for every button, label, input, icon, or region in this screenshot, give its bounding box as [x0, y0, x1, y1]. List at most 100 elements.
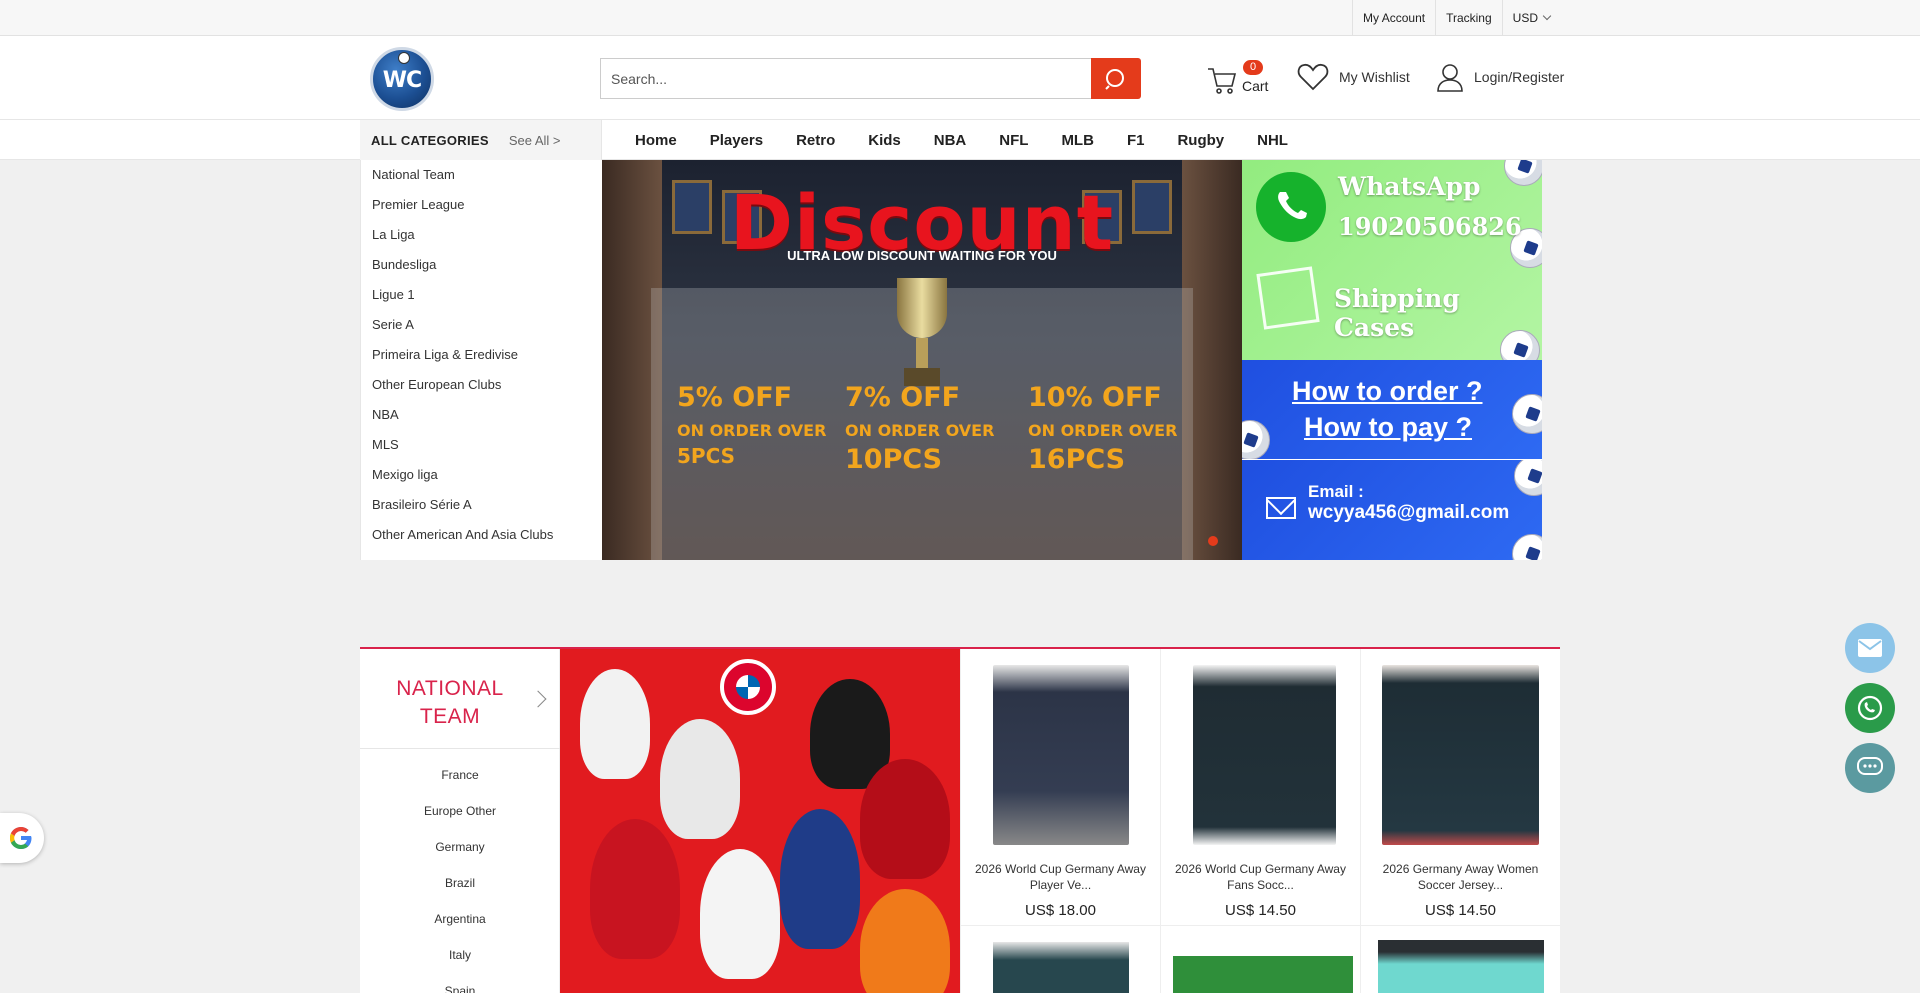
product-card[interactable]: 2026 World Cup Germany Away Player Ve...…: [960, 649, 1160, 926]
product-name: 2026 World Cup Germany Away Fans Socc...: [1175, 862, 1346, 892]
nav-item-mlb[interactable]: MLB: [1061, 132, 1094, 149]
top-utility-bar: My Account Tracking USD: [0, 0, 1920, 36]
category-item[interactable]: Premier League: [361, 190, 602, 220]
nav-item-nba[interactable]: NBA: [934, 132, 967, 149]
section-title: NATIONAL TEAM: [396, 677, 504, 728]
email-address: wcyya456@gmail.com: [1308, 502, 1510, 523]
player-figure: [660, 719, 740, 839]
product-price: US$ 14.50: [1225, 902, 1296, 919]
player-figure: [590, 819, 680, 959]
category-item[interactable]: Ligue 1: [361, 280, 602, 310]
tracking-link[interactable]: Tracking: [1435, 0, 1502, 35]
soccer-ball-icon: [398, 52, 410, 64]
offer-condition: ON ORDER OVER: [677, 421, 827, 440]
google-badge[interactable]: [0, 813, 44, 863]
category-item[interactable]: NBA: [361, 400, 602, 430]
team-link[interactable]: Germany: [360, 829, 560, 865]
nav-item-kids[interactable]: Kids: [868, 132, 901, 149]
product-card[interactable]: [1160, 926, 1360, 993]
category-item[interactable]: Other European Clubs: [361, 370, 602, 400]
category-item[interactable]: Mexigo liga: [361, 460, 602, 490]
chevron-down-icon: [1542, 11, 1552, 20]
team-link[interactable]: Spain: [360, 973, 560, 993]
shipping-cases-link: Shipping Cases: [1334, 284, 1460, 342]
how-to-pay-label: How to pay ?: [1304, 412, 1472, 442]
email-icon: [1858, 639, 1882, 657]
nav-item-rugby[interactable]: Rugby: [1177, 132, 1224, 149]
product-name: 2026 Germany Away Women Soccer Jersey...: [1382, 862, 1539, 892]
chat-icon: [1857, 757, 1883, 775]
team-link[interactable]: France: [360, 757, 560, 793]
offer-pcs: 5PCS: [677, 444, 736, 468]
chat-float-button[interactable]: [1845, 743, 1895, 793]
hero-banner[interactable]: Discount ULTRA LOW DISCOUNT WAITING FOR …: [602, 160, 1242, 560]
product-card[interactable]: [1360, 926, 1560, 993]
see-all-link[interactable]: See All >: [509, 133, 561, 148]
cart-button[interactable]: 0 Cart: [1206, 60, 1286, 100]
nav-item-players[interactable]: Players: [710, 132, 763, 149]
currency-select[interactable]: USD: [1501, 0, 1560, 35]
fc-bayern-logo: [720, 659, 776, 715]
product-image: [1193, 665, 1336, 845]
email-promo[interactable]: Email : wcyya456@gmail.com: [1242, 460, 1542, 560]
category-item[interactable]: Other American And Asia Clubs: [361, 520, 602, 550]
nav-item-retro[interactable]: Retro: [796, 132, 835, 149]
main-nav: Home Players Retro Kids NBA NFL MLB F1 R…: [635, 120, 1321, 160]
nav-item-f1[interactable]: F1: [1127, 132, 1145, 149]
top-links: My Account Tracking USD: [1352, 0, 1560, 35]
product-image: [1378, 940, 1544, 993]
search-button[interactable]: [1091, 58, 1141, 99]
team-list: France Europe Other Germany Brazil Argen…: [360, 757, 560, 993]
email-float-button[interactable]: [1845, 623, 1895, 673]
team-link[interactable]: Argentina: [360, 901, 560, 937]
login-register-link[interactable]: Login/Register: [1436, 60, 1564, 94]
offer-pct: 10% OFF: [1028, 382, 1162, 413]
chevron-right-icon[interactable]: [529, 690, 547, 708]
team-link[interactable]: Europe Other: [360, 793, 560, 829]
user-icon: [1437, 64, 1463, 92]
soccer-ball-icon: [1512, 394, 1542, 434]
nav-item-nhl[interactable]: NHL: [1257, 132, 1288, 149]
search-input[interactable]: [600, 58, 1091, 99]
currency-label: USD: [1512, 10, 1538, 25]
players-banner[interactable]: [560, 649, 960, 993]
category-item[interactable]: MLS: [361, 430, 602, 460]
team-link[interactable]: Brazil: [360, 865, 560, 901]
product-price: US$ 14.50: [1425, 902, 1496, 919]
whatsapp-icon: [1256, 172, 1326, 242]
whatsapp-icon: [1857, 695, 1883, 721]
cart-icon: [1208, 68, 1237, 94]
category-item[interactable]: Primeira Liga & Eredivise: [361, 340, 602, 370]
category-item[interactable]: National Team: [361, 160, 602, 190]
offer-pct: 7% OFF: [845, 382, 961, 413]
search-icon: [1105, 68, 1124, 90]
category-item[interactable]: Bundesliga: [361, 250, 602, 280]
nav-item-nfl[interactable]: NFL: [999, 132, 1028, 149]
site-logo[interactable]: WC: [370, 47, 434, 111]
carousel-dot[interactable]: [1208, 536, 1218, 546]
team-link[interactable]: Italy: [360, 937, 560, 973]
category-item[interactable]: Brasileiro Série A: [361, 490, 602, 520]
how-to-order-promo[interactable]: How to order ? How to pay ?: [1242, 360, 1542, 460]
category-item[interactable]: Serie A: [361, 310, 602, 340]
product-card[interactable]: [960, 926, 1160, 993]
offer-pcs: 16PCS: [1028, 444, 1126, 475]
product-image: [993, 942, 1129, 993]
my-account-link[interactable]: My Account: [1352, 0, 1435, 35]
product-card[interactable]: 2026 World Cup Germany Away Fans Socc...…: [1160, 649, 1360, 926]
category-item[interactable]: La Liga: [361, 220, 602, 250]
cart-label: Cart: [1242, 78, 1269, 94]
wishlist-link[interactable]: My Wishlist: [1297, 60, 1410, 94]
soccer-ball-icon: [1242, 420, 1270, 459]
whatsapp-promo[interactable]: WhatsApp 19020506826 Shipping Cases: [1242, 160, 1542, 360]
offer-pcs: 10PCS: [845, 444, 943, 475]
all-categories-label: ALL CATEGORIES: [371, 132, 489, 148]
player-figure: [860, 759, 950, 879]
whatsapp-title: WhatsApp: [1338, 172, 1481, 201]
heart-icon: [1297, 63, 1329, 91]
offer-condition: ON ORDER OVER: [845, 421, 995, 440]
product-card[interactable]: 2026 Germany Away Women Soccer Jersey...…: [1360, 649, 1560, 926]
nav-item-home[interactable]: Home: [635, 132, 677, 149]
logo-text: WC: [382, 68, 422, 93]
whatsapp-float-button[interactable]: [1845, 683, 1895, 733]
